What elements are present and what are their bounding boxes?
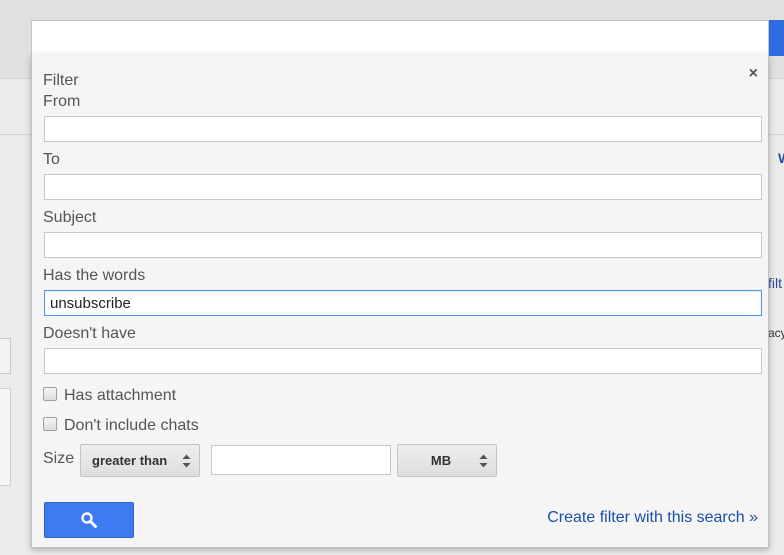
size-unit-select[interactable]: MB — [397, 444, 497, 477]
dialog-title: Filter — [43, 72, 79, 89]
has-words-label: Has the words — [43, 267, 146, 284]
create-filter-link[interactable]: Create filter with this search » — [547, 509, 758, 527]
select-arrows-icon — [182, 454, 191, 468]
size-comparator-value: greater than — [92, 453, 168, 468]
background-partial-link[interactable]: filt — [768, 275, 782, 291]
size-label: Size — [43, 450, 75, 467]
to-label: To — [43, 151, 60, 168]
from-field[interactable] — [44, 116, 762, 142]
background-partial-text: W — [778, 150, 784, 166]
size-value-input[interactable] — [211, 445, 391, 475]
background-left-panel — [0, 388, 11, 486]
has-words-field[interactable] — [44, 290, 762, 316]
background-partial-link[interactable]: acy — [768, 326, 784, 340]
search-button[interactable] — [44, 502, 134, 538]
size-comparator-select[interactable]: greater than — [80, 444, 200, 477]
has-attachment-checkbox[interactable] — [43, 387, 57, 401]
size-unit-value: MB — [430, 453, 452, 468]
background-blue-button[interactable] — [768, 20, 784, 56]
from-label: From — [43, 93, 81, 110]
doesnt-have-field[interactable] — [44, 348, 762, 374]
dont-include-chats-label: Don't include chats — [64, 417, 199, 434]
dont-include-chats-row[interactable]: Don't include chats — [43, 417, 199, 435]
to-field[interactable] — [44, 174, 762, 200]
select-arrows-icon — [479, 454, 488, 468]
close-icon[interactable]: × — [749, 65, 758, 83]
filter-dialog: × Filter From To Subject Has the words D… — [31, 55, 769, 548]
subject-label: Subject — [43, 209, 97, 226]
subject-field[interactable] — [44, 232, 762, 258]
background-left-button[interactable] — [0, 338, 11, 374]
dont-include-chats-checkbox[interactable] — [43, 417, 57, 431]
has-attachment-row[interactable]: Has attachment — [43, 387, 176, 405]
search-icon — [81, 512, 97, 528]
search-box[interactable] — [31, 20, 769, 56]
doesnt-have-label: Doesn't have — [43, 325, 136, 342]
has-attachment-label: Has attachment — [64, 387, 177, 404]
